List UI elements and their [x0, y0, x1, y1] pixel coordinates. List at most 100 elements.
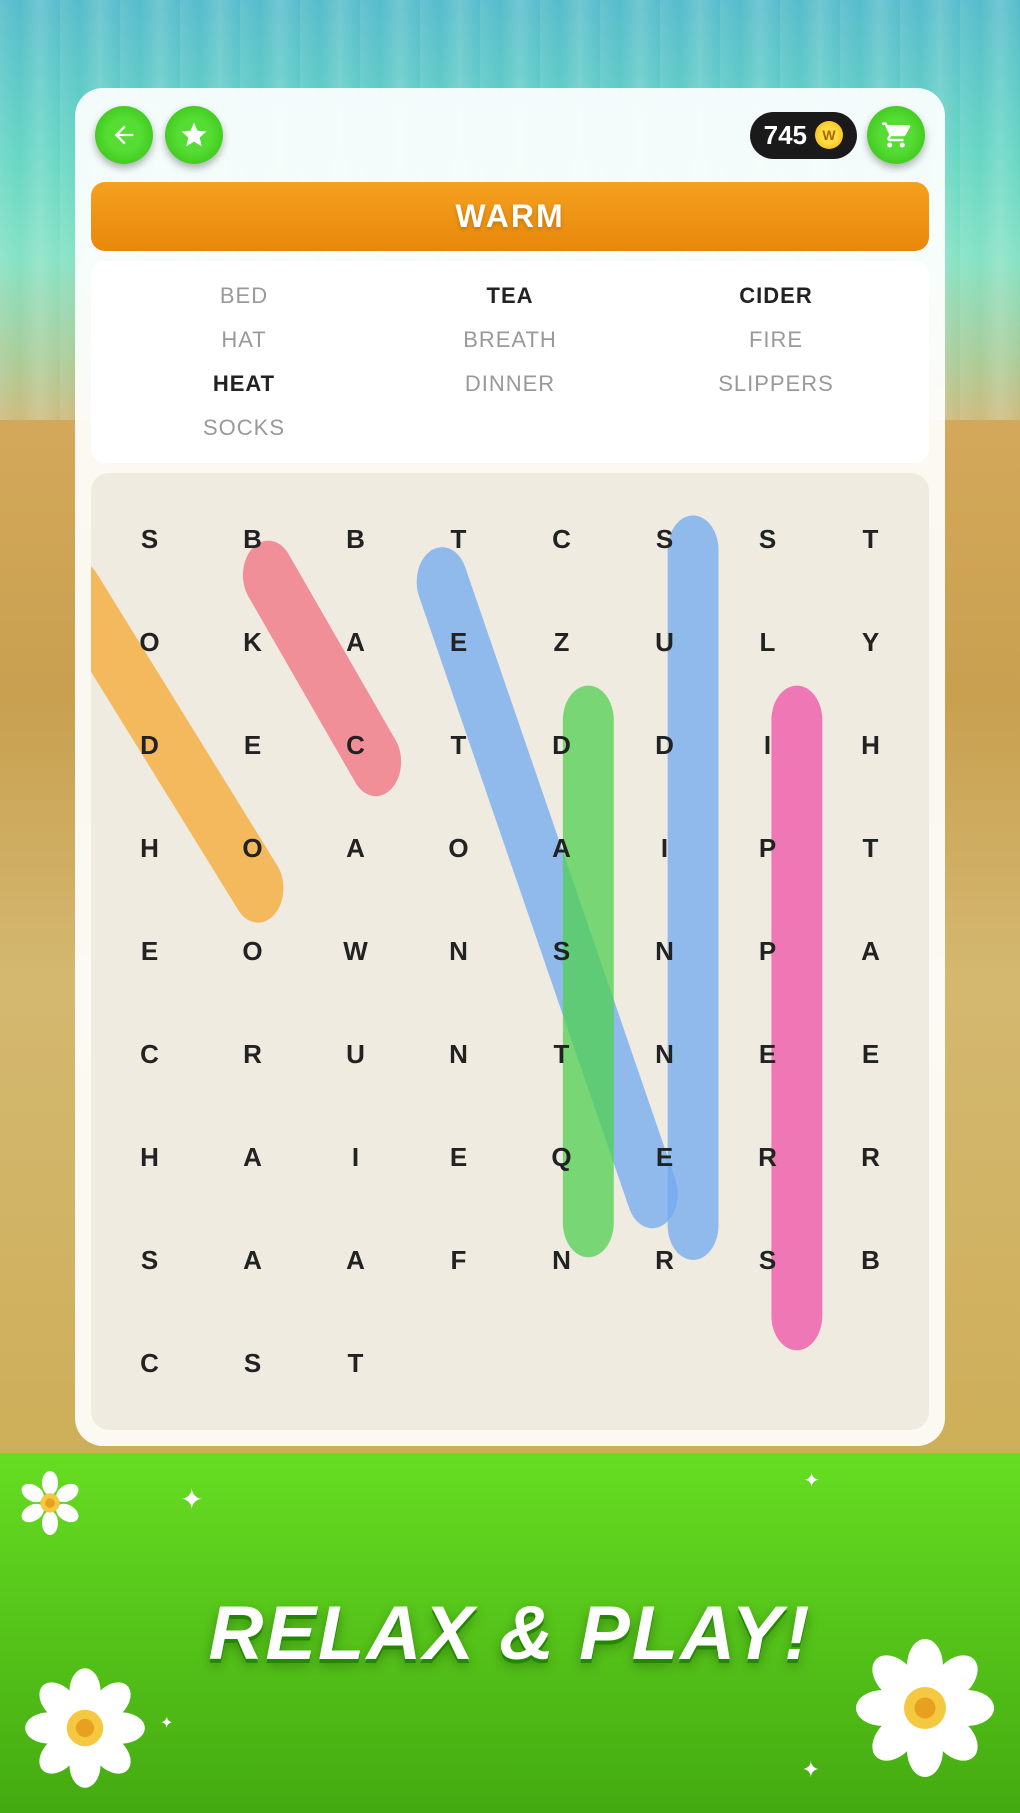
word-grid: SBBTCSSTOKAEZULYDECTDDIHHOAOAIPTEOWNSNPA… [99, 489, 921, 1414]
grid-cell-40[interactable]: C [99, 1004, 200, 1105]
word-heat: HEAT [111, 365, 377, 403]
grid-cell-5[interactable]: S [614, 489, 715, 590]
grid-cell-68[interactable] [511, 1313, 612, 1414]
grid-cell-10[interactable]: A [305, 592, 406, 693]
grid-cell-2[interactable]: B [305, 489, 406, 590]
grid-cell-17[interactable]: E [202, 695, 303, 796]
grid-cell-13[interactable]: U [614, 592, 715, 693]
grid-cell-37[interactable]: N [614, 901, 715, 1002]
grid-cell-3[interactable]: T [408, 489, 509, 590]
grid-cell-61[interactable]: R [614, 1210, 715, 1311]
grid-cell-48[interactable]: H [99, 1107, 200, 1208]
grid-cell-7[interactable]: T [820, 489, 921, 590]
cart-button[interactable] [867, 106, 925, 164]
grid-cell-19[interactable]: T [408, 695, 509, 796]
word-fire: FIRE [643, 321, 909, 359]
grid-cell-43[interactable]: N [408, 1004, 509, 1105]
grid-cell-31[interactable]: T [820, 798, 921, 899]
grid-cell-15[interactable]: Y [820, 592, 921, 693]
relax-banner: ✦ ✦ ✦ ✦ RELAX & PLAY! [0, 1453, 1020, 1813]
grid-cell-70[interactable] [717, 1313, 818, 1414]
grid-cell-14[interactable]: L [717, 592, 818, 693]
grid-cell-41[interactable]: R [202, 1004, 303, 1105]
word-bed: BED [111, 277, 377, 315]
words-grid: BED TEA CIDER HAT BREATH FIRE HEAT DINNE… [91, 261, 929, 463]
star-button[interactable] [165, 106, 223, 164]
grid-cell-63[interactable]: B [820, 1210, 921, 1311]
word-breath: BREATH [377, 321, 643, 359]
grid-cell-42[interactable]: U [305, 1004, 406, 1105]
grid-cell-22[interactable]: I [717, 695, 818, 796]
grid-cell-33[interactable]: O [202, 901, 303, 1002]
sparkle-4: ✦ [802, 1757, 820, 1783]
grid-cell-66[interactable]: T [305, 1313, 406, 1414]
grid-cell-55[interactable]: R [820, 1107, 921, 1208]
grid-cell-60[interactable]: N [511, 1210, 612, 1311]
grid-cell-18[interactable]: C [305, 695, 406, 796]
game-card: 745 W WARM BED TEA CIDER HAT BREATH FIRE… [75, 88, 945, 1446]
grid-cell-71[interactable] [820, 1313, 921, 1414]
sparkle-1: ✦ [180, 1483, 203, 1516]
grid-cell-29[interactable]: I [614, 798, 715, 899]
grid-cell-59[interactable]: F [408, 1210, 509, 1311]
grid-cell-64[interactable]: C [99, 1313, 200, 1414]
grid-cell-32[interactable]: E [99, 901, 200, 1002]
grid-cell-69[interactable] [614, 1313, 715, 1414]
word-dinner: DINNER [377, 365, 643, 403]
grid-cell-6[interactable]: S [717, 489, 818, 590]
grid-cell-35[interactable]: N [408, 901, 509, 1002]
header-left [95, 106, 223, 164]
word-search-container: SBBTCSSTOKAEZULYDECTDDIHHOAOAIPTEOWNSNPA… [91, 473, 929, 1430]
grid-cell-47[interactable]: E [820, 1004, 921, 1105]
grid-cell-50[interactable]: I [305, 1107, 406, 1208]
grid-cell-39[interactable]: A [820, 901, 921, 1002]
grid-cell-57[interactable]: A [202, 1210, 303, 1311]
grid-cell-62[interactable]: S [717, 1210, 818, 1311]
grid-cell-34[interactable]: W [305, 901, 406, 1002]
grid-cell-8[interactable]: O [99, 592, 200, 693]
category-label: WARM [455, 198, 564, 234]
back-button[interactable] [95, 106, 153, 164]
header-right: 745 W [750, 106, 925, 164]
word-slippers: SLIPPERS [643, 365, 909, 403]
grid-cell-67[interactable] [408, 1313, 509, 1414]
grid-cell-1[interactable]: B [202, 489, 303, 590]
grid-cell-12[interactable]: Z [511, 592, 612, 693]
grid-cell-27[interactable]: O [408, 798, 509, 899]
word-tea: TEA [377, 277, 643, 315]
grid-cell-44[interactable]: T [511, 1004, 612, 1105]
grid-cell-52[interactable]: Q [511, 1107, 612, 1208]
grid-cell-65[interactable]: S [202, 1313, 303, 1414]
grid-cell-24[interactable]: H [99, 798, 200, 899]
grid-cell-0[interactable]: S [99, 489, 200, 590]
word-hat: HAT [111, 321, 377, 359]
grid-cell-58[interactable]: A [305, 1210, 406, 1311]
grid-cell-54[interactable]: R [717, 1107, 818, 1208]
coin-icon: W [815, 121, 843, 149]
grid-cell-26[interactable]: A [305, 798, 406, 899]
sparkle-3: ✦ [160, 1713, 173, 1733]
grid-cell-21[interactable]: D [614, 695, 715, 796]
grid-cell-49[interactable]: A [202, 1107, 303, 1208]
grid-cell-25[interactable]: O [202, 798, 303, 899]
grid-cell-56[interactable]: S [99, 1210, 200, 1311]
coins-display: 745 W [750, 112, 857, 159]
grid-cell-38[interactable]: P [717, 901, 818, 1002]
sparkle-2: ✦ [803, 1468, 820, 1493]
grid-cell-23[interactable]: H [820, 695, 921, 796]
grid-cell-4[interactable]: C [511, 489, 612, 590]
category-banner: WARM [91, 182, 929, 251]
grid-cell-20[interactable]: D [511, 695, 612, 796]
grid-cell-51[interactable]: E [408, 1107, 509, 1208]
grid-cell-9[interactable]: K [202, 592, 303, 693]
grid-cell-28[interactable]: A [511, 798, 612, 899]
relax-text: RELAX & PLAY! [208, 1590, 811, 1677]
grid-cell-45[interactable]: N [614, 1004, 715, 1105]
grid-cell-53[interactable]: E [614, 1107, 715, 1208]
grid-cell-16[interactable]: D [99, 695, 200, 796]
grid-cell-46[interactable]: E [717, 1004, 818, 1105]
grid-cell-11[interactable]: E [408, 592, 509, 693]
grid-cell-36[interactable]: S [511, 901, 612, 1002]
grid-cell-30[interactable]: P [717, 798, 818, 899]
flower-bottom-left [20, 1663, 150, 1793]
